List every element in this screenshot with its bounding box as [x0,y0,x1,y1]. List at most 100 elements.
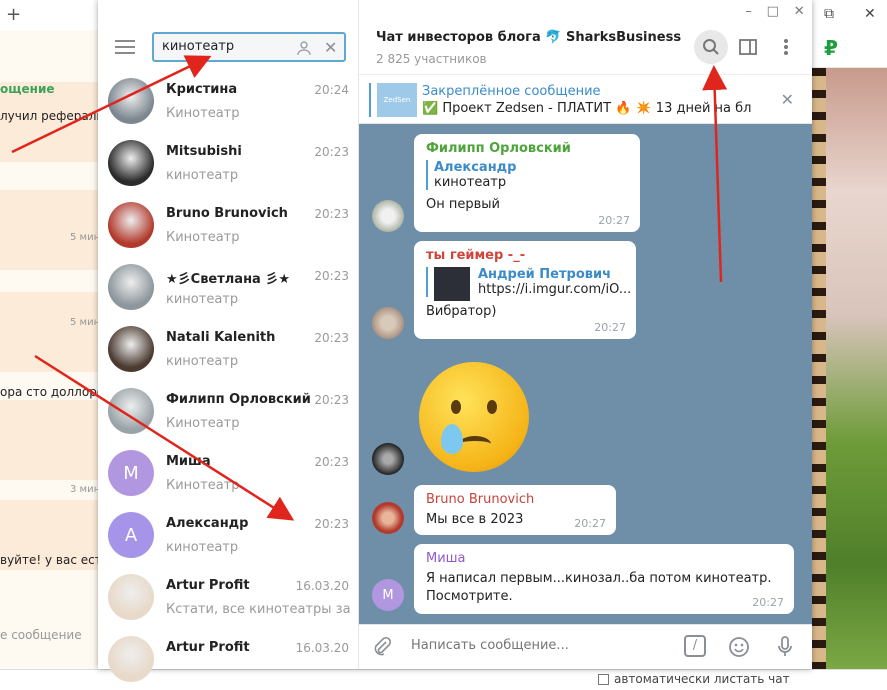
attach-icon[interactable] [372,636,392,661]
chat-name: Natali Kalenith [166,330,276,345]
search-button[interactable] [694,30,728,64]
chat-name: Миша [166,454,211,469]
chat-preview: Кинотеатр [166,478,240,493]
chat-time: 20:23 [314,207,349,221]
message-composer: / [359,624,812,669]
chat-list-item[interactable]: ★彡Светлана 彡★ 20:23 кинотеатр [98,256,359,318]
chat-preview: кинотеатр [166,292,239,307]
chat-time: 20:23 [314,269,349,283]
message-author[interactable]: Bruno Brunovich [426,492,604,507]
chat-preview: Кинотеатр [166,230,240,245]
ruble-icon[interactable]: ₽ [824,36,838,60]
close-icon[interactable]: ✕ [781,90,794,109]
message-bubble[interactable]: Филипп Орловский Александр кинотеатр Он … [414,134,640,232]
search-box[interactable]: ✕ [152,32,346,62]
chat-preview: Кстати, все кинотеатры зак... [166,602,351,617]
chat-name: Artur Profit [166,640,250,655]
bg-text: ощение [0,82,55,96]
chat-name: Mitsubishi [166,144,242,159]
checkbox[interactable] [598,674,609,685]
message-bubble[interactable]: ты геймер -_- Андрей Петрович https://i.… [414,241,636,339]
chat-time: 20:23 [314,331,349,345]
clear-icon[interactable]: ✕ [324,38,337,57]
chat-list-item[interactable]: Natali Kalenith 20:23 кинотеатр [98,318,359,380]
avatar [108,388,154,434]
avatar[interactable]: М [372,579,404,611]
pinned-text: ✅ Проект Zedsen - ПЛАТИТ 🔥 ✴️ 13 дней на… [422,101,752,116]
chat-list-item[interactable]: Филипп Орловский 20:23 Кинотеатр [98,380,359,442]
chat-preview: кинотеатр [166,168,239,183]
message-input[interactable] [411,638,661,653]
message-time: 20:27 [594,321,626,334]
reply-preview[interactable]: Александр кинотеатр [426,160,628,190]
message-bubble[interactable]: Миша Я написал первым...кинозал..ба пото… [414,544,794,614]
maximize-icon[interactable]: □ [767,4,779,19]
minimize-icon[interactable]: – [745,4,752,19]
avatar [108,78,154,124]
commands-icon[interactable]: / [684,635,706,657]
message-text: Я написал первым...кинозал..ба потом кин… [426,571,772,604]
chat-preview: Кинотеатр [166,416,240,431]
chat-name: Филипп Орловский [166,392,311,407]
avatar[interactable] [372,307,404,339]
message-author[interactable]: ты геймер -_- [426,248,624,263]
message-author[interactable]: Филипп Орловский [426,141,628,156]
telegram-window: – □ ✕ ✕ Кристина 20:24 Кинотеатр Mitsubishi… [98,0,812,682]
message-author[interactable]: Миша [426,551,782,566]
pinned-message[interactable]: ZedSen Закреплённое сообщение ✅ Проект Z… [359,74,812,124]
microphone-icon[interactable] [777,636,793,663]
chat-list-item[interactable]: Artur Profit 16.03.20 Кстати, все кинотеат… [98,566,359,628]
chat-list-item[interactable]: А Александр 20:23 кинотеатр [98,504,359,566]
chat-time: 20:23 [314,517,349,531]
search-input[interactable] [162,39,292,54]
sidebar-icon [739,39,757,55]
avatar [108,264,154,310]
chat-name: Кристина [166,82,238,97]
avatar[interactable] [372,502,404,534]
avatar[interactable] [372,443,404,475]
more-button[interactable] [769,30,803,64]
chat-title[interactable]: Чат инвесторов блога 🐬 SharksBusiness [376,30,681,45]
reply-preview[interactable]: Андрей Петрович https://i.imgur.com/iO..… [426,267,631,301]
close-icon[interactable]: ✕ [794,4,805,19]
chat-time: 16.03.20 [295,641,349,655]
chat-list-item[interactable]: Bruno Brunovich 20:23 Кинотеатр [98,194,359,256]
message-bubble[interactable]: Bruno Brunovich Мы все в 2023 20:27 [414,485,616,535]
member-count: 2 825 участников [376,52,487,66]
message-text: Он первый [426,197,500,212]
chat-header: Чат инвесторов блога 🐬 SharksBusiness 2 … [359,22,812,74]
sidebar-toggle-button[interactable] [731,30,765,64]
close-icon[interactable]: ✕ [864,6,876,22]
reply-thumbnail [434,267,470,301]
search-icon [703,39,719,55]
background-toolbar: ₽ [812,30,887,68]
message-area[interactable]: Филипп Орловский Александр кинотеатр Он … [359,124,812,624]
pinned-bar [369,83,371,117]
chat-list-item[interactable]: Кристина 20:24 Кинотеатр [98,70,359,132]
chat-list-item[interactable]: Mitsubishi 20:23 кинотеатр [98,132,359,194]
chat-list: Кристина 20:24 Кинотеатр Mitsubishi 20:23 кин… [98,70,359,690]
bg-input[interactable]: е сообщение [0,628,100,642]
crying-face-sticker[interactable] [419,362,529,472]
chat-name: Artur Profit [166,578,250,593]
bg-text: ора сто доллоров [0,385,100,399]
avatar[interactable] [372,200,404,232]
menu-icon[interactable] [115,40,135,54]
chat-time: 20:24 [314,83,349,97]
add-icon[interactable]: + [6,4,21,25]
background-pattern [812,68,826,689]
chat-time: 20:23 [314,145,349,159]
pinned-title: Закреплённое сообщение [422,84,601,99]
emoji-icon[interactable] [728,636,750,663]
chat-list-panel: ✕ Кристина 20:24 Кинотеатр Mitsubishi 20:23 к… [98,0,359,682]
window-controls: – □ ✕ [738,0,812,22]
chat-list-item[interactable]: М Миша 20:23 Кинотеатр [98,442,359,504]
background-chat-panel: ощение лучил рефераль 5 мин 5 мин ора ст… [0,30,100,689]
restore-icon[interactable]: ⧉ [824,6,834,22]
avatar: М [108,450,154,496]
chat-preview: Кинотеатр [166,106,240,121]
person-icon[interactable] [296,40,312,56]
avatar [108,140,154,186]
message-text: Вибратор) [426,304,497,319]
chat-list-item[interactable]: Artur Profit 16.03.20 [98,628,359,690]
